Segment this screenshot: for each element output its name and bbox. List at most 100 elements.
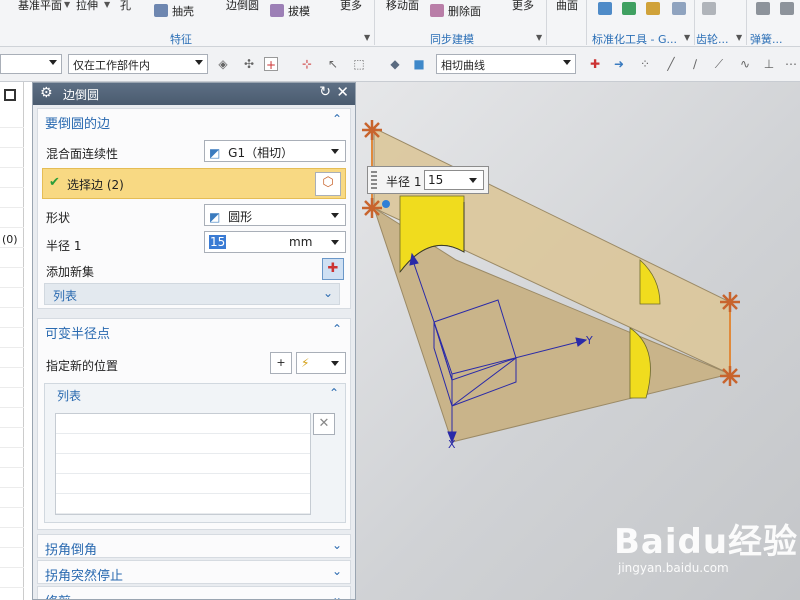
drag-grip-icon[interactable]	[371, 171, 377, 189]
curve-icon[interactable]: ∕	[688, 57, 702, 71]
select-edge-row[interactable]: ✔ 选择边 (2) ⬡	[42, 168, 346, 199]
corner-stop-label: 拐角突然停止	[45, 569, 124, 584]
fillet-surface-right-lower[interactable]	[629, 327, 651, 399]
curve-rule-combo[interactable]: 相切曲线	[436, 54, 576, 74]
wave-icon[interactable]: ∿	[738, 57, 752, 71]
part-view-icon[interactable]: ◆	[388, 57, 402, 71]
shape-icon: ◩	[209, 210, 221, 224]
snap-point-icon[interactable]: ✚	[588, 57, 602, 71]
select-icon[interactable]: ◈	[216, 57, 230, 71]
chevron-down-icon	[563, 60, 571, 65]
edges-list-header[interactable]: 列表 ⌄	[44, 283, 340, 305]
add-set-icon[interactable]: ✚	[322, 258, 344, 280]
cube-icon[interactable]: ■	[412, 57, 426, 71]
cube-icon[interactable]: ⬡	[315, 172, 341, 196]
draft-icon	[270, 4, 284, 17]
variable-radius-header[interactable]: 可变半径点 ⌃	[38, 319, 350, 343]
chevron-down-icon[interactable]: ▼	[364, 33, 370, 42]
snap-point-icon[interactable]: +	[264, 57, 278, 72]
baidu-watermark: Baidu经验 jingyan.baidu.com	[614, 514, 798, 575]
chevron-down-icon	[469, 178, 477, 183]
more-sync-button[interactable]: 更多	[512, 0, 534, 13]
delete-icon[interactable]: ✕	[313, 413, 335, 435]
chevron-up-icon[interactable]: ⌃	[332, 112, 342, 126]
chevron-down-icon[interactable]: ⌄	[332, 590, 342, 599]
hole-button[interactable]: 孔	[120, 0, 131, 13]
edges-section-header[interactable]: 要倒圆的边 ⌃	[38, 109, 350, 133]
trim-section[interactable]: 修剪 ⌄	[37, 586, 351, 599]
chevron-down-icon[interactable]: ▼	[684, 33, 690, 42]
standard-tool-icon[interactable]	[672, 2, 686, 15]
spline-icon[interactable]: ⟋	[712, 57, 726, 71]
shape-label: 形状	[46, 211, 71, 225]
surface-button[interactable]: 曲面	[556, 0, 578, 13]
chevron-down-icon[interactable]: ▼	[736, 33, 742, 42]
gear-tool-icon[interactable]	[702, 2, 716, 15]
shape-select[interactable]: ◩ 圆形	[204, 204, 346, 226]
radius-handle-marker[interactable]	[362, 198, 382, 218]
point-inference-select[interactable]: ⚡	[296, 352, 346, 374]
intersection-icon[interactable]: ⊹	[300, 57, 314, 71]
radius-handle-marker[interactable]	[362, 120, 382, 140]
more-icon[interactable]: ⋯	[784, 57, 798, 71]
radius-handle-marker[interactable]	[720, 292, 740, 312]
draft-button[interactable]: 拔模	[288, 3, 310, 19]
chevron-down-icon[interactable]: ⌄	[332, 538, 342, 552]
spring-tool-icon[interactable]	[780, 2, 794, 15]
variable-list-header[interactable]: 列表 ⌃	[45, 384, 345, 406]
point-dialog-icon[interactable]: +	[270, 352, 292, 374]
extrude-button[interactable]: 拉伸	[76, 0, 98, 13]
trim-label: 修剪	[45, 595, 71, 599]
shape-value: 圆形	[228, 210, 253, 224]
chevron-down-icon[interactable]: ▼	[536, 33, 542, 42]
close-icon[interactable]: ✕	[336, 83, 349, 101]
continuity-label: 混合面连续性	[46, 147, 119, 161]
chevron-up-icon[interactable]: ⌃	[332, 322, 342, 336]
edge-blend-button[interactable]: 边倒圆	[226, 0, 259, 13]
datum-plane-button[interactable]: 基准平面	[18, 0, 62, 13]
snap-icon[interactable]: ✣	[242, 57, 256, 71]
standard-tool-icon[interactable]	[622, 2, 636, 15]
chevron-up-icon[interactable]: ⌃	[329, 386, 339, 400]
continuity-select[interactable]: ◩ G1（相切）	[204, 140, 346, 162]
box-select-icon[interactable]: ⬚	[352, 57, 366, 71]
chevron-down-icon[interactable]: ⌄	[332, 564, 342, 578]
chevron-down-icon[interactable]: ▼	[64, 0, 70, 9]
handle-point[interactable]	[382, 200, 390, 208]
shell-icon	[154, 4, 168, 17]
new-location-label: 指定新的位置	[46, 359, 119, 373]
radius-onscreen-input[interactable]: 半径 1 15	[367, 166, 489, 194]
scope-filter-combo[interactable]: 仅在工作部件内	[68, 54, 208, 74]
point-icon[interactable]: ⁘	[638, 57, 652, 71]
radius-tag-field[interactable]: 15	[424, 170, 484, 190]
ribbon: 基准平面 ▼ 拉伸 ▼ 孔 抽壳 边倒圆 拔模 更多 特征 ▼ 移动面 删除面 …	[0, 0, 800, 47]
tangent-icon[interactable]: ⊥	[762, 57, 776, 71]
chevron-down-icon[interactable]: ▼	[104, 0, 110, 9]
arrow-right-icon[interactable]: ➜	[612, 57, 626, 71]
radius-tag-value: 15	[428, 173, 444, 187]
pick-icon[interactable]: ↖	[326, 57, 340, 71]
radius-tag-label: 半径 1	[386, 175, 422, 189]
corner-setback-section[interactable]: 拐角倒角 ⌄	[37, 534, 351, 558]
radius-handle-marker[interactable]	[720, 366, 740, 386]
chevron-down-icon[interactable]: ⌄	[323, 286, 333, 300]
maximize-icon[interactable]	[4, 89, 16, 101]
shell-button[interactable]: 抽壳	[172, 3, 194, 19]
corner-stop-section[interactable]: 拐角突然停止 ⌄	[37, 560, 351, 584]
gear-icon[interactable]: ⚙	[40, 85, 53, 101]
line-icon[interactable]: ╱	[664, 57, 678, 71]
more-feature-button[interactable]: 更多	[340, 0, 362, 13]
delete-face-button[interactable]: 删除面	[448, 3, 481, 19]
spring-tool-icon[interactable]	[756, 2, 770, 15]
move-face-button[interactable]: 移动面	[386, 0, 419, 13]
delete-face-icon	[430, 4, 444, 17]
standard-tool-icon[interactable]	[646, 2, 660, 15]
chevron-down-icon	[49, 60, 57, 65]
radius-input[interactable]: 15 mm	[204, 231, 346, 253]
standard-tools-group-label: 标准化工具 - G...	[592, 33, 677, 46]
reset-icon[interactable]: ↻	[319, 84, 331, 100]
standard-tool-icon[interactable]	[598, 2, 612, 15]
type-filter-combo[interactable]	[0, 54, 62, 74]
variable-points-list[interactable]	[55, 413, 311, 515]
selection-toolbar: 仅在工作部件内 ◈ ✣ + ⊹ ↖ ⬚ ◆ ■ 相切曲线 ✚ ➜ ⁘ ╱ ∕ ⟋…	[0, 47, 800, 82]
